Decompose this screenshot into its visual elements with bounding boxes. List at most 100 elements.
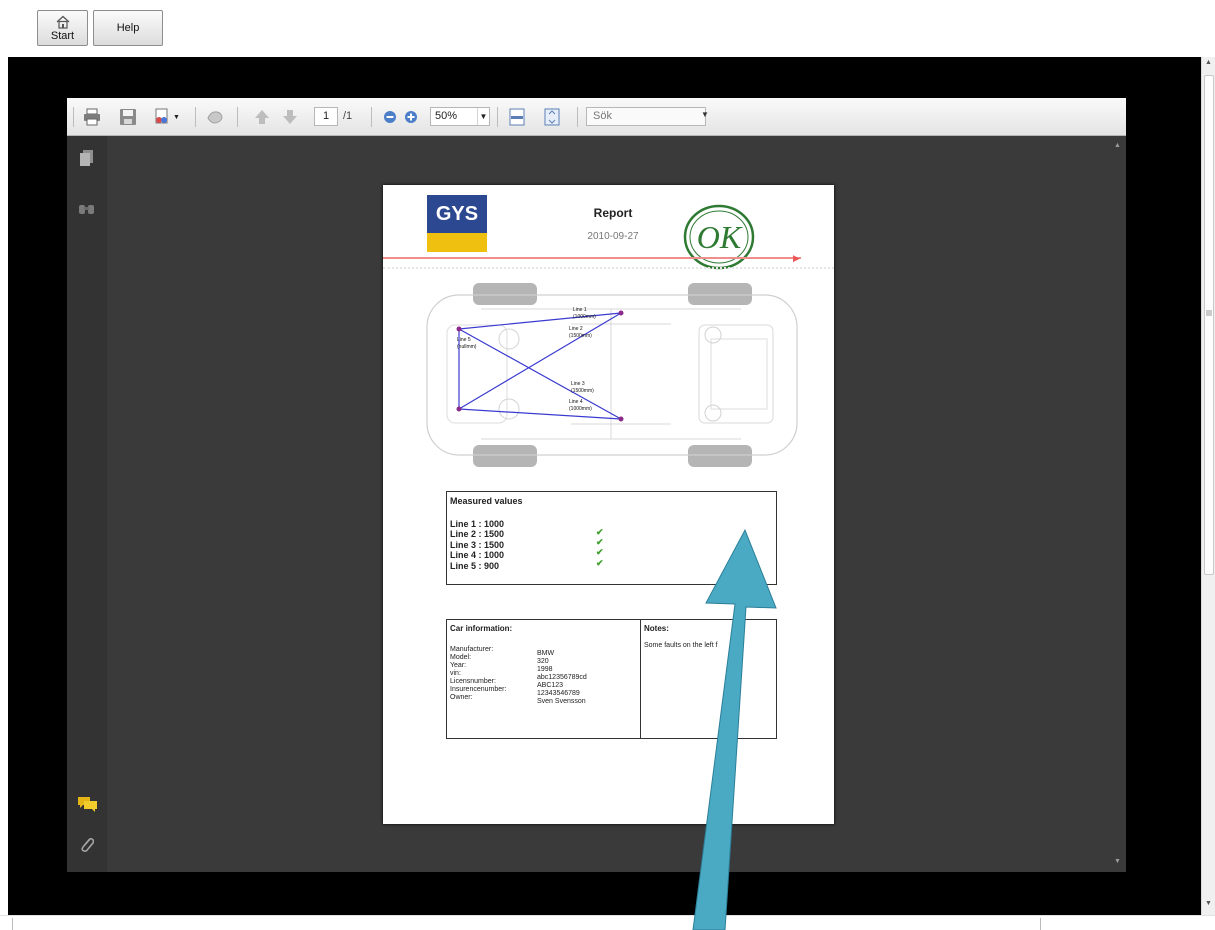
measure-line <box>458 312 622 410</box>
car-info-label: Year: <box>450 662 467 669</box>
measure-point <box>456 406 462 412</box>
chevron-down-icon[interactable]: ▼ <box>701 110 709 119</box>
pages-icon <box>80 150 93 166</box>
tire <box>688 445 752 467</box>
binoculars-icon <box>79 205 94 214</box>
line-label: Line 4 <box>569 399 583 405</box>
measured-line: Line 3 : 1500 <box>450 540 505 550</box>
measure-line <box>458 312 622 330</box>
start-button[interactable]: Start <box>37 10 88 46</box>
car-info-value: abc12356789cd <box>537 674 587 681</box>
arrow-up-icon <box>255 110 269 124</box>
measured-line: Line 5 : 900 <box>450 561 500 571</box>
chassis-detail <box>704 404 722 422</box>
measure-line <box>458 328 622 420</box>
measured-line: Line 4 : 1000 <box>450 550 505 560</box>
previous-page-button[interactable] <box>251 106 273 128</box>
outer-scrollbar[interactable]: ▲ ▼ <box>1201 57 1215 915</box>
outer-scrollbar-thumb[interactable] <box>1204 75 1214 575</box>
car-info-label: Licensnumber: <box>450 678 496 685</box>
car-info-label: vin: <box>450 670 461 677</box>
fit-width-button[interactable] <box>507 106 527 128</box>
line-length-label: (1000mm) <box>569 406 592 412</box>
search-input[interactable]: Sök <box>586 107 706 126</box>
car-information-title: Car information: <box>450 624 513 633</box>
gys-logo: GYS <box>427 195 487 252</box>
comments-panel-button[interactable] <box>77 795 97 815</box>
zoom-out-icon <box>384 111 396 123</box>
line-length-label: (1500mm) <box>571 388 594 394</box>
notes-divider <box>640 619 641 739</box>
status-divider <box>12 918 13 930</box>
search-panel-button[interactable] <box>77 198 97 218</box>
measure-point <box>618 310 624 316</box>
zoom-in-icon <box>405 111 417 123</box>
print-button[interactable] <box>81 106 103 128</box>
printer-icon <box>84 108 100 126</box>
home-icon <box>56 15 69 29</box>
toolbar-separator <box>195 107 196 127</box>
page-total-label: /1 <box>343 110 353 122</box>
zoom-value: 50% <box>435 110 458 122</box>
logo-band <box>427 233 487 252</box>
line-length-label: (nullmm) <box>457 344 477 350</box>
line-length-label: (1000mm) <box>573 314 596 320</box>
zoom-in-button[interactable] <box>402 106 420 128</box>
chassis-detail <box>481 308 741 440</box>
scroll-up-icon[interactable]: ▲ <box>1114 142 1121 149</box>
car-diagram: Line 1 (1000mm) Line 2 (1500mm) Line 5 (… <box>426 283 798 467</box>
share-button[interactable]: ▼ <box>151 106 181 128</box>
hand-icon <box>207 111 223 124</box>
car-info-value: ABC123 <box>537 682 564 689</box>
arrow-right-icon: ▶ <box>793 253 800 263</box>
tire <box>473 283 537 305</box>
check-icon: ✔ <box>596 547 604 557</box>
car-info-value: Sven Svensson <box>537 698 586 705</box>
app-toolbar: Start Help <box>0 0 1215 56</box>
toolbar-separator <box>371 107 372 127</box>
notes-text: Some faults on the left f <box>644 642 718 649</box>
car-info-label: Owner: <box>450 694 473 701</box>
car-info-label: Model: <box>450 654 472 661</box>
attachments-panel-button[interactable] <box>77 835 97 855</box>
next-page-button[interactable] <box>279 106 301 128</box>
line-length-label: (1500mm) <box>569 333 592 339</box>
chevron-down-icon: ▼ <box>173 113 180 121</box>
start-button-label: Start <box>50 29 75 42</box>
pdf-scrollbar[interactable]: ▲ ▼ <box>1110 136 1126 872</box>
line-label: Line 5 <box>457 337 471 343</box>
report-date: 2010-09-27 <box>587 231 639 242</box>
scroll-down-icon[interactable]: ▼ <box>1205 900 1212 907</box>
paperclip-icon <box>81 838 95 852</box>
scroll-up-icon[interactable]: ▲ <box>1205 59 1212 66</box>
scroll-down-icon[interactable]: ▼ <box>1114 858 1121 865</box>
line-label: Line 2 <box>569 326 583 332</box>
arrow-down-icon <box>283 110 297 124</box>
measured-line: Line 2 : 1500 <box>450 529 505 539</box>
line-label: Line 3 <box>571 381 585 387</box>
toolbar-separator <box>73 107 74 127</box>
measure-line <box>458 408 622 420</box>
chassis-detail <box>704 326 722 344</box>
car-info-value: 1998 <box>537 666 553 673</box>
chassis-detail <box>498 328 520 350</box>
chevron-down-icon[interactable]: ▼ <box>477 108 489 125</box>
zoom-out-button[interactable] <box>381 106 399 128</box>
pages-panel-button[interactable] <box>77 148 97 168</box>
fit-page-button[interactable] <box>542 106 562 128</box>
dotted-divider <box>383 267 834 269</box>
tire <box>688 283 752 305</box>
ok-stamp: OK <box>683 204 755 270</box>
save-button[interactable] <box>117 106 139 128</box>
annotation-button[interactable] <box>204 106 226 128</box>
logo-text: GYS <box>427 195 487 233</box>
pdf-toolbar: ▼ 1 /1 50% ▼ Sök ▼ <box>67 98 1126 136</box>
zoom-select[interactable]: 50% ▼ <box>430 107 490 126</box>
car-info-value: BMW <box>537 650 555 657</box>
check-icon: ✔ <box>596 558 604 568</box>
car-info-label: Insurencenumber: <box>450 686 507 693</box>
fit-page-icon <box>544 108 560 126</box>
help-button[interactable]: Help <box>93 10 163 46</box>
page-number-input[interactable]: 1 <box>314 107 338 126</box>
car-info-value: 12343546789 <box>537 690 580 697</box>
